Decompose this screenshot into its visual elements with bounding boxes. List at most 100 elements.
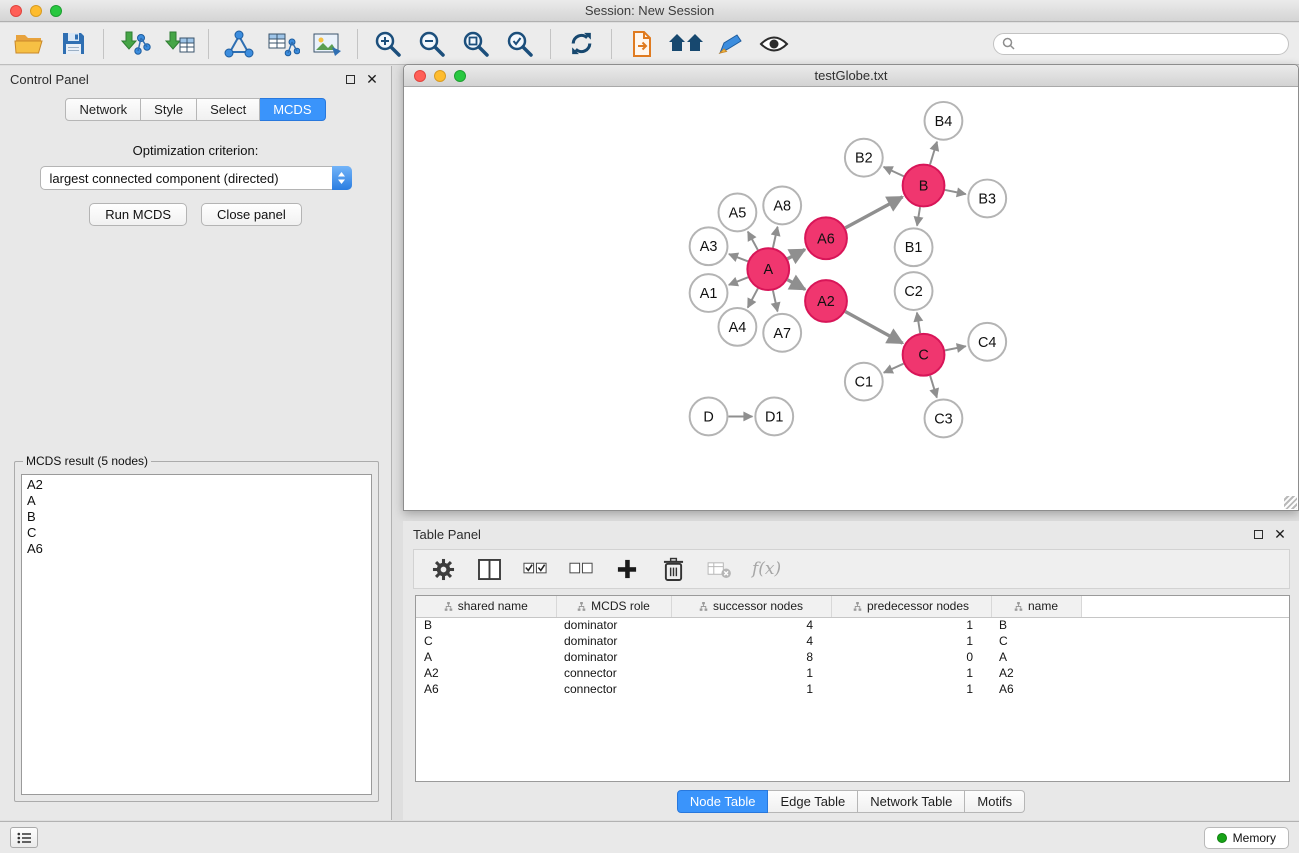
mcds-result-list[interactable]: A2ABCA6 (21, 474, 372, 795)
import-table-button[interactable] (159, 26, 197, 62)
control-tab-select[interactable]: Select (197, 98, 260, 121)
graph-edge-A-A6[interactable] (788, 250, 805, 259)
table-cell[interactable]: 4 (671, 617, 831, 633)
graph-node-C4[interactable]: C4 (968, 323, 1006, 361)
deselect-all-button[interactable] (568, 553, 594, 585)
graph-edge-A-A3[interactable] (729, 254, 748, 261)
search-field[interactable] (993, 33, 1289, 55)
close-panel-button[interactable]: Close panel (201, 203, 302, 226)
control-tab-style[interactable]: Style (141, 98, 197, 121)
table-cell[interactable]: dominator (556, 649, 671, 665)
graph-edge-B-B4[interactable] (930, 142, 937, 165)
task-history-button[interactable] (10, 827, 38, 848)
graph-node-B3[interactable]: B3 (968, 180, 1006, 218)
delete-row-button[interactable] (660, 553, 686, 585)
graph-node-D1[interactable]: D1 (755, 398, 793, 436)
mcds-result-item[interactable]: C (27, 525, 366, 541)
table-row[interactable]: A2connector11A2 (416, 665, 1289, 681)
table-row[interactable]: Cdominator41C (416, 633, 1289, 649)
optimization-dropdown[interactable]: largest connected component (directed) (40, 166, 352, 190)
column-header-predecessor-nodes[interactable]: predecessor nodes (831, 596, 991, 617)
table-cell[interactable]: B (991, 617, 1081, 633)
graph-node-A2[interactable]: A2 (805, 280, 847, 322)
table-tab-edge-table[interactable]: Edge Table (768, 790, 858, 813)
resize-grip-icon[interactable] (1284, 496, 1297, 509)
table-cell[interactable]: A6 (991, 681, 1081, 697)
save-session-button[interactable] (54, 26, 92, 62)
table-cell[interactable]: 1 (831, 617, 991, 633)
graph-node-A[interactable]: A (747, 248, 789, 290)
table-cell[interactable]: 1 (831, 633, 991, 649)
graph-edge-A2-C[interactable] (845, 312, 902, 344)
table-cell[interactable]: 8 (671, 649, 831, 665)
graph-node-B[interactable]: B (903, 165, 945, 207)
zoom-out-button[interactable] (413, 26, 451, 62)
mcds-result-item[interactable]: A2 (27, 477, 366, 493)
table-cell[interactable]: A2 (416, 665, 556, 681)
table-cell[interactable]: 0 (831, 649, 991, 665)
table-cell[interactable]: B (416, 617, 556, 633)
zoom-fit-button[interactable] (457, 26, 495, 62)
search-input[interactable] (1020, 37, 1280, 51)
graph-node-A4[interactable]: A4 (719, 308, 757, 346)
graph-node-B4[interactable]: B4 (925, 102, 963, 140)
column-header-shared-name[interactable]: shared name (416, 596, 556, 617)
home-view-button[interactable] (667, 26, 705, 62)
graph-edge-A-A1[interactable] (729, 277, 748, 285)
toggle-columns-button[interactable] (476, 553, 502, 585)
export-image-button[interactable] (308, 26, 346, 62)
table-cell[interactable]: 1 (671, 665, 831, 681)
network-from-table-button[interactable] (264, 26, 302, 62)
close-network-window-button[interactable] (414, 70, 426, 82)
network-graph[interactable]: B4B2BB3A5A8A6B1A3AC2A1A2A4A7C4CC1C3DD1 (404, 88, 1298, 510)
copy-document-button[interactable] (623, 26, 661, 62)
graph-node-D[interactable]: D (690, 398, 728, 436)
graph-node-A8[interactable]: A8 (763, 187, 801, 225)
function-builder-button[interactable]: f(x) (752, 553, 781, 585)
graph-node-C[interactable]: C (903, 334, 945, 376)
mcds-result-item[interactable]: A (27, 493, 366, 509)
table-cell[interactable]: A (416, 649, 556, 665)
graph-edge-A-A7[interactable] (773, 291, 778, 312)
table-tab-network-table[interactable]: Network Table (858, 790, 965, 813)
graph-node-C1[interactable]: C1 (845, 363, 883, 401)
graph-edge-A6-B[interactable] (845, 197, 902, 228)
graph-node-C3[interactable]: C3 (925, 400, 963, 438)
minimize-network-window-button[interactable] (434, 70, 446, 82)
minimize-window-button[interactable] (30, 5, 42, 17)
table-cell[interactable]: A2 (991, 665, 1081, 681)
graph-edge-C-C2[interactable] (917, 313, 920, 334)
graph-edge-A-A5[interactable] (748, 232, 758, 250)
graph-edge-B-B3[interactable] (945, 190, 966, 194)
zoom-network-window-button[interactable] (454, 70, 466, 82)
close-control-panel-button[interactable]: ✕ (363, 70, 381, 88)
table-cell[interactable]: 1 (671, 681, 831, 697)
float-table-panel-button[interactable] (1249, 525, 1267, 543)
graph-node-A7[interactable]: A7 (763, 314, 801, 352)
zoom-in-button[interactable] (369, 26, 407, 62)
open-session-button[interactable] (10, 26, 48, 62)
graph-node-B2[interactable]: B2 (845, 139, 883, 177)
table-tab-motifs[interactable]: Motifs (965, 790, 1025, 813)
close-window-button[interactable] (10, 5, 22, 17)
table-cell[interactable]: dominator (556, 617, 671, 633)
show-hide-button[interactable] (755, 26, 793, 62)
graph-edge-C-C3[interactable] (930, 376, 937, 398)
graph-node-C2[interactable]: C2 (895, 272, 933, 310)
table-cell[interactable]: 1 (831, 665, 991, 681)
table-cell[interactable]: connector (556, 665, 671, 681)
table-cell[interactable]: dominator (556, 633, 671, 649)
style-brush-button[interactable] (711, 26, 749, 62)
graph-node-A6[interactable]: A6 (805, 217, 847, 259)
control-tab-mcds[interactable]: MCDS (260, 98, 325, 121)
column-header-name[interactable]: name (991, 596, 1081, 617)
table-row[interactable]: Adominator80A (416, 649, 1289, 665)
import-network-button[interactable] (115, 26, 153, 62)
memory-button[interactable]: Memory (1204, 827, 1289, 849)
mcds-result-item[interactable]: B (27, 509, 366, 525)
graph-edge-C-C1[interactable] (884, 364, 904, 373)
refresh-button[interactable] (562, 26, 600, 62)
graph-edge-C-C4[interactable] (945, 346, 966, 350)
graph-node-B1[interactable]: B1 (895, 228, 933, 266)
run-mcds-button[interactable]: Run MCDS (89, 203, 187, 226)
